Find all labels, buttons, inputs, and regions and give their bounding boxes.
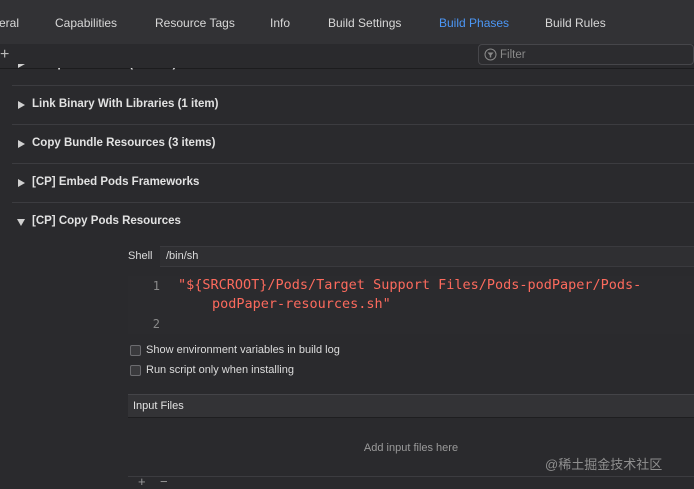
shell-label: Shell: [128, 250, 153, 262]
tab-build-settings[interactable]: Build Settings: [328, 16, 401, 30]
line-number: 1: [152, 279, 160, 293]
phase-copy-pods-label[interactable]: [CP] Copy Pods Resources: [32, 215, 181, 227]
filter-input[interactable]: [500, 46, 685, 63]
add-input-file-button[interactable]: +: [138, 475, 146, 488]
tab-resource-tags[interactable]: Resource Tags: [155, 16, 235, 30]
line-number-gutter: 1 2: [128, 276, 168, 334]
tab-info[interactable]: Info: [270, 16, 290, 30]
filter-icon: [484, 48, 497, 61]
watermark: @稀土掘金技术社区: [545, 457, 663, 472]
run-only-installing-label: Run script only when installing: [146, 364, 294, 376]
script-line: "${SRCROOT}/Pods/Target Support Files/Po…: [178, 277, 642, 293]
disclosure-triangle-icon[interactable]: [18, 101, 25, 109]
input-files-title: Input Files: [133, 400, 184, 412]
divider: [12, 163, 694, 164]
tab-build-phases[interactable]: Build Phases: [439, 16, 509, 30]
add-phase-button[interactable]: +: [0, 45, 9, 65]
tab-capabilities[interactable]: Capabilities: [55, 16, 117, 30]
divider: [12, 124, 694, 125]
tab-bar: eral Capabilities Resource Tags Info Bui…: [0, 0, 694, 45]
tab-build-rules[interactable]: Build Rules: [545, 16, 606, 30]
shell-field[interactable]: /bin/sh: [160, 246, 694, 267]
divider: [12, 85, 694, 86]
phase-link-binary-label[interactable]: Link Binary With Libraries (1 item): [32, 98, 219, 110]
input-files-placeholder: Add input files here: [363, 442, 459, 454]
tab-general[interactable]: eral: [0, 16, 19, 30]
run-only-installing-checkbox[interactable]: [130, 365, 141, 376]
phase-copy-bundle-label[interactable]: Copy Bundle Resources (3 items): [32, 137, 215, 149]
script-line-continued: podPaper-resources.sh": [212, 296, 391, 312]
show-env-vars-label: Show environment variables in build log: [146, 344, 340, 356]
disclosure-triangle-icon[interactable]: [18, 179, 25, 187]
disclosure-triangle-icon[interactable]: [18, 140, 25, 148]
input-files-header: Input Files: [128, 394, 694, 418]
filter-field[interactable]: [478, 44, 694, 65]
script-code[interactable]: "${SRCROOT}/Pods/Target Support Files/Po…: [178, 276, 678, 314]
line-number: 2: [152, 317, 160, 331]
divider: [12, 202, 694, 203]
disclosure-triangle-down-icon[interactable]: [17, 219, 25, 226]
script-editor[interactable]: 1 2 "${SRCROOT}/Pods/Target Support File…: [128, 276, 694, 334]
remove-input-file-button[interactable]: −: [160, 475, 168, 488]
show-env-vars-checkbox[interactable]: [130, 345, 141, 356]
shell-value: /bin/sh: [166, 250, 199, 262]
phase-embed-pods-label[interactable]: [CP] Embed Pods Frameworks: [32, 176, 199, 188]
